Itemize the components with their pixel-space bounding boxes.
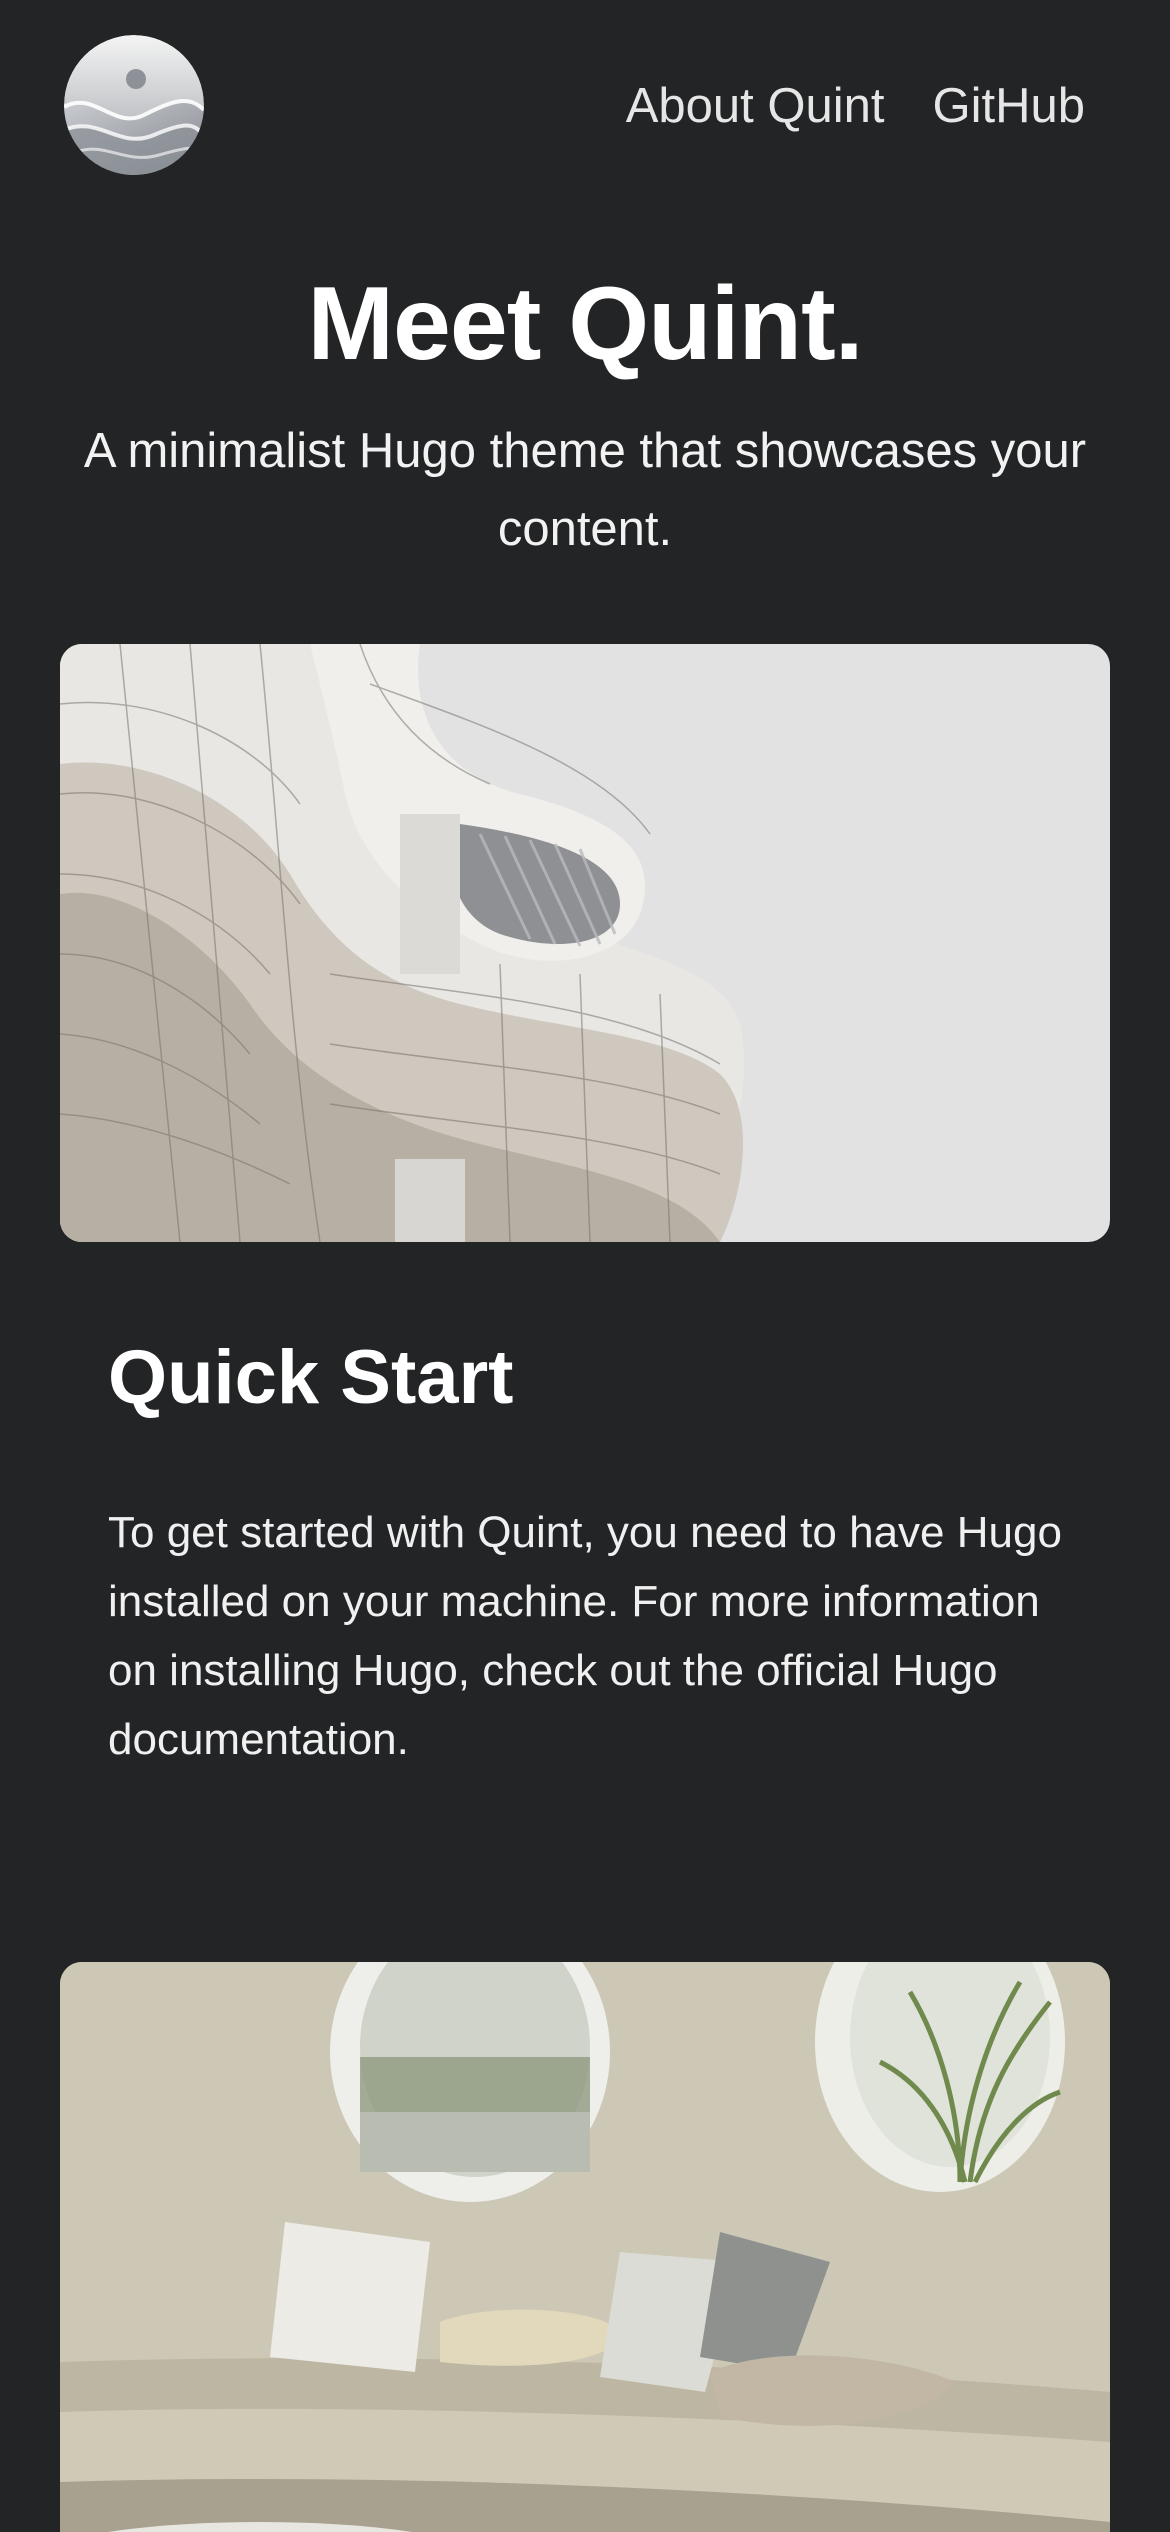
nav-link-github[interactable]: GitHub xyxy=(932,82,1085,131)
hero-title: Meet Quint. xyxy=(307,266,863,382)
interior-photo xyxy=(60,1962,1110,2532)
architecture-photo xyxy=(60,644,1110,1242)
hero-subtitle: A minimalist Hugo theme that showcases y… xyxy=(83,424,1087,556)
site-header: About Quint GitHub xyxy=(0,0,1170,210)
logo-icon[interactable] xyxy=(64,35,204,175)
page: About Quint GitHub Meet Quint. A minimal… xyxy=(0,0,1170,2532)
main-nav: About Quint GitHub xyxy=(626,82,1085,131)
interior-image[interactable] xyxy=(60,1962,1110,2532)
nav-link-about-quint[interactable]: About Quint xyxy=(626,82,885,131)
architecture-image[interactable] xyxy=(60,644,1110,1242)
logo-graphic xyxy=(64,35,204,175)
section-title-quick-start: Quick Start xyxy=(108,1335,514,1420)
section-body-quick-start: To get started with Quint, you need to h… xyxy=(108,1508,1062,1764)
